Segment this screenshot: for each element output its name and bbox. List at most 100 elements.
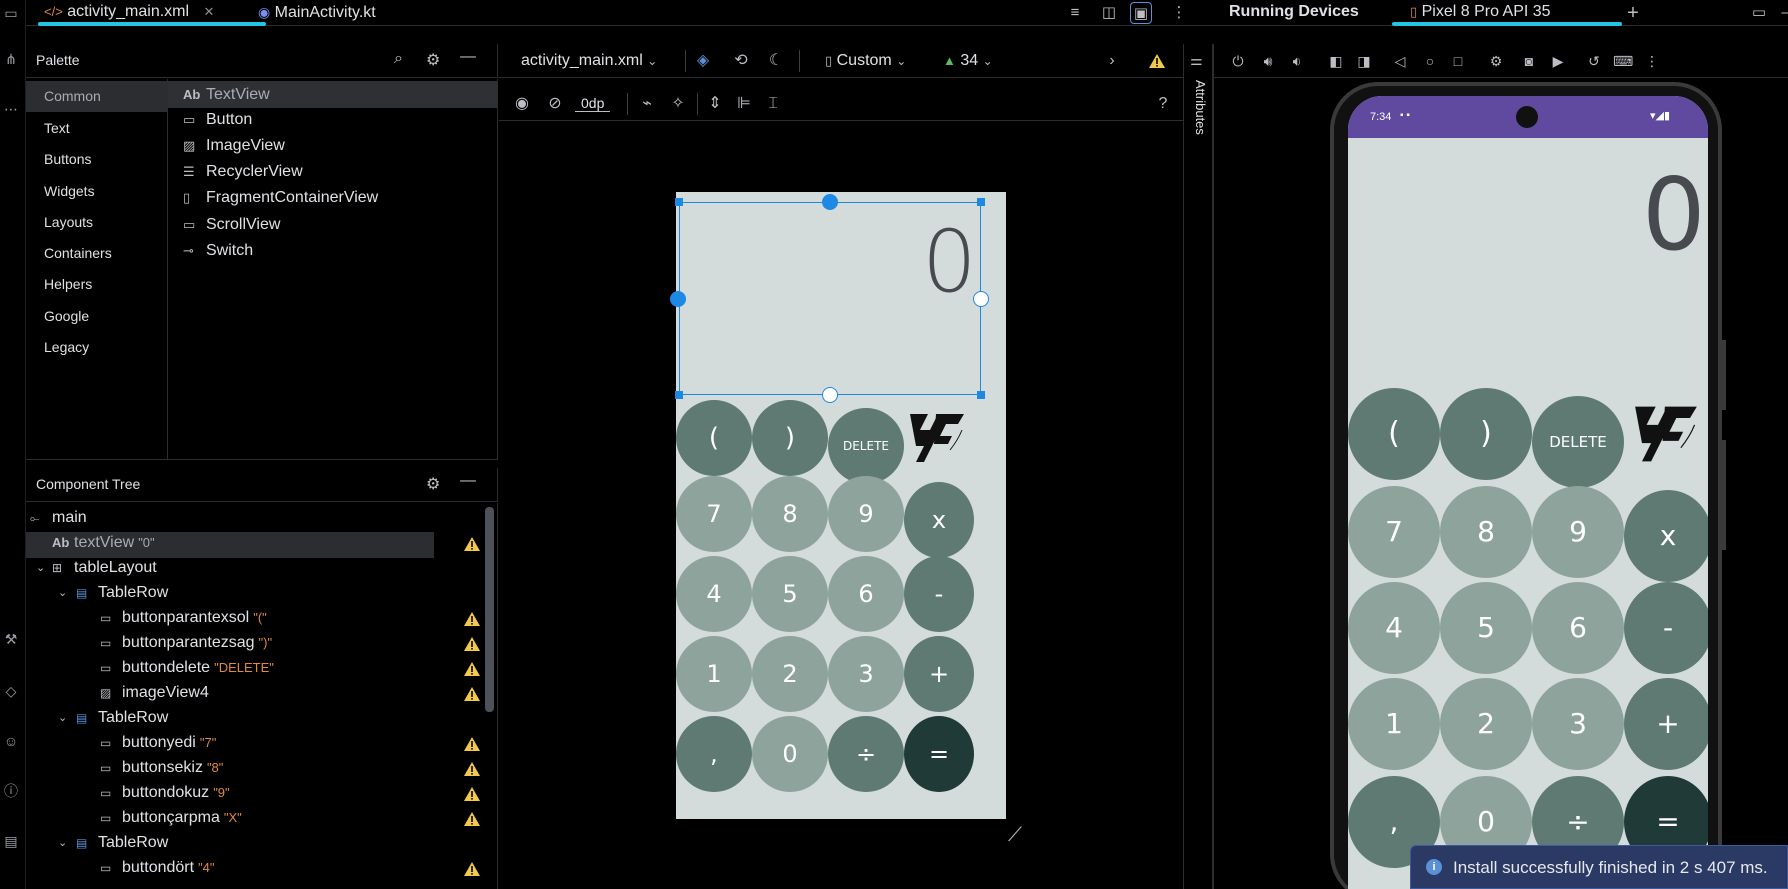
power-icon[interactable]: ⏻: [1228, 50, 1248, 72]
resize-handle[interactable]: [977, 198, 985, 206]
key-4[interactable]: 4: [676, 556, 752, 632]
cat-icon[interactable]: ☺: [2, 732, 20, 750]
warning-icon[interactable]: [1148, 53, 1166, 69]
overview-icon[interactable]: □: [1448, 50, 1468, 72]
palette-item-switch[interactable]: ⊸ Switch: [183, 242, 253, 260]
minimize-icon[interactable]: —: [460, 472, 476, 490]
resize-handle[interactable]: [977, 391, 985, 399]
warning-icon[interactable]: [463, 636, 481, 652]
volume-down-icon[interactable]: 🔉︎: [1287, 50, 1307, 72]
palette-category[interactable]: Text: [44, 120, 70, 136]
key-8[interactable]: 8: [752, 476, 828, 552]
device-key-1[interactable]: 1: [1348, 678, 1440, 770]
palette-category[interactable]: Google: [44, 308, 89, 324]
chevron-down-icon[interactable]: ⌄: [58, 711, 67, 724]
device-key-8[interactable]: 8: [1440, 486, 1532, 578]
terminal-icon[interactable]: ▤: [2, 832, 20, 850]
device-key-4[interactable]: 4: [1348, 582, 1440, 674]
tree-node-tablerow[interactable]: ▤ TableRow: [76, 834, 168, 852]
orientation-icon[interactable]: ⟲: [730, 50, 752, 72]
palette-item-textview[interactable]: Ab TextView: [168, 81, 497, 108]
tree-node-button[interactable]: ▭ buttondelete "DELETE": [100, 659, 274, 677]
home-icon[interactable]: ○: [1420, 50, 1440, 72]
palette-item-button[interactable]: ▭ Button: [183, 111, 252, 129]
design-view-icon[interactable]: ▣: [1130, 2, 1152, 24]
close-icon[interactable]: ✕: [204, 4, 215, 19]
chevron-down-icon[interactable]: ⌄: [58, 836, 67, 849]
default-margin[interactable]: 0dp: [575, 95, 611, 112]
warning-icon[interactable]: [463, 861, 481, 877]
key-equals[interactable]: =: [904, 716, 974, 792]
palette-category[interactable]: Layouts: [44, 214, 93, 230]
search-icon[interactable]: ⌕: [394, 50, 403, 68]
tree-node-textview[interactable]: Ab textView "0": [52, 534, 155, 552]
key-6[interactable]: 6: [828, 556, 904, 632]
device-selector[interactable]: ▯ Custom ⌄: [825, 52, 906, 70]
tree-node-button[interactable]: ▭ buttondokuz "9": [100, 784, 230, 802]
more-icon[interactable]: ⋯: [2, 100, 20, 118]
scrollbar-thumb[interactable]: [485, 507, 494, 712]
key-5[interactable]: 5: [752, 556, 828, 632]
attributes-strip[interactable]: ⚌: [1183, 44, 1213, 889]
palette-item-fragment[interactable]: ▯ FragmentContainerView: [183, 189, 378, 207]
warning-icon[interactable]: [463, 811, 481, 827]
palette-category[interactable]: Widgets: [44, 183, 95, 199]
tree-node-tablerow[interactable]: ▤ TableRow: [76, 584, 168, 602]
magnet-off-icon[interactable]: ⊘: [544, 93, 566, 115]
constraint-handle-bottom[interactable]: [822, 387, 838, 403]
warning-icon[interactable]: [463, 686, 481, 702]
device-key-6[interactable]: 6: [1532, 582, 1624, 674]
key-minus[interactable]: -: [904, 556, 974, 632]
key-delete[interactable]: DELETE: [828, 408, 904, 484]
key-plus[interactable]: +: [904, 636, 974, 712]
resize-handle[interactable]: [675, 198, 683, 206]
magic-wand-icon[interactable]: ✧: [667, 93, 689, 115]
structure-icon[interactable]: ⋔: [2, 50, 20, 68]
tree-node-button[interactable]: ▭ buttonparantezsag ")": [100, 634, 272, 652]
tree-node-tablelayout[interactable]: ⊞ tableLayout: [52, 559, 157, 577]
palette-item-scrollview[interactable]: ▭ ScrollView: [183, 216, 280, 234]
align-icon[interactable]: ⊫: [733, 93, 755, 115]
volume-up-icon[interactable]: 🔊︎: [1258, 50, 1278, 72]
tree-node-imageview[interactable]: ▨ imageView4: [100, 684, 209, 702]
key-comma[interactable]: ,: [676, 716, 752, 792]
add-icon[interactable]: +: [1622, 2, 1644, 24]
palette-category[interactable]: Common: [26, 81, 167, 112]
constraint-handle-top[interactable]: [822, 194, 838, 210]
device-key-7[interactable]: 7: [1348, 486, 1440, 578]
folder-icon[interactable]: ▭: [2, 4, 20, 22]
pack-icon[interactable]: ⇕: [704, 93, 726, 115]
attributes-label[interactable]: Attributes: [1193, 80, 1208, 135]
palette-category[interactable]: Legacy: [44, 339, 89, 355]
build-icon[interactable]: ⚒: [2, 630, 20, 648]
device-key-9[interactable]: 9: [1532, 486, 1624, 578]
device-key-minus[interactable]: -: [1624, 582, 1708, 674]
warning-icon[interactable]: [463, 661, 481, 677]
palette-item-recyclerview[interactable]: ☰ RecyclerView: [183, 163, 303, 181]
more-options-icon[interactable]: ⋮: [1168, 2, 1190, 24]
tree-node-button[interactable]: ▭ buttonyedi "7": [100, 734, 216, 752]
night-mode-icon[interactable]: ☾: [765, 50, 787, 72]
device-settings-icon[interactable]: ⚙: [1486, 50, 1506, 72]
key-multiply[interactable]: x: [904, 482, 974, 558]
install-notification[interactable]: i Install successfully finished in 2 s 4…: [1410, 845, 1788, 889]
key-close-paren[interactable]: ): [752, 400, 828, 476]
minimize-icon[interactable]: —: [1778, 2, 1788, 24]
help-icon[interactable]: ?: [1152, 93, 1174, 115]
warning-icon[interactable]: [463, 786, 481, 802]
palette-item-imageview[interactable]: ▨ ImageView: [183, 137, 285, 155]
device-key-2[interactable]: 2: [1440, 678, 1532, 770]
tree-node-button[interactable]: ▭ buttonsekiz "8": [100, 759, 223, 777]
constraint-handle-left[interactable]: [670, 291, 686, 307]
device-key-open-paren[interactable]: (: [1348, 388, 1440, 480]
warning-icon[interactable]: [463, 761, 481, 777]
gear-icon[interactable]: ⚙: [426, 474, 440, 494]
api-selector[interactable]: ▲ 34 ⌄: [943, 52, 993, 70]
tree-node-button[interactable]: ▭ buttondört "4": [100, 859, 215, 877]
key-open-paren[interactable]: (: [676, 400, 752, 476]
problems-icon[interactable]: ⓘ: [2, 782, 20, 800]
palette-category[interactable]: Buttons: [44, 151, 91, 167]
window-icon[interactable]: ▭: [1748, 2, 1770, 24]
code-view-icon[interactable]: ≡: [1064, 2, 1086, 24]
layers-icon[interactable]: ◈: [692, 50, 714, 72]
